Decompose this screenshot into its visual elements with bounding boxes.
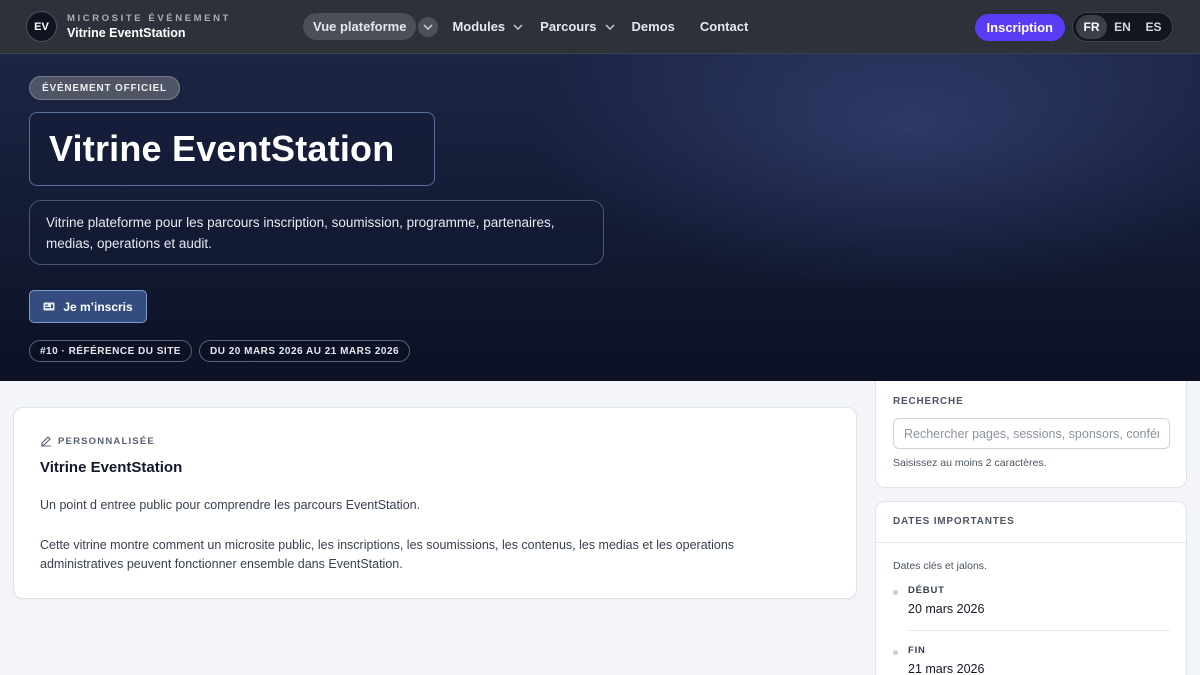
- content-kicker-label: PERSONNALISÉE: [58, 435, 155, 447]
- register-hero-label: Je m’inscris: [63, 299, 133, 314]
- content-paragraph-1: Un point d entree public pour comprendre…: [40, 498, 421, 512]
- event-dates-chip: DU 20 MARS 2026 AU 21 MARS 2026: [198, 340, 411, 362]
- brand[interactable]: EV MICROSITE ÉVÉNEMENT Vitrine EventStat…: [26, 11, 231, 42]
- search-input[interactable]: [893, 418, 1170, 449]
- site-reference-chip: #10 · RÉFÉRENCE DU SITE: [29, 340, 192, 362]
- date-item-label: DÉBUT: [908, 585, 945, 596]
- language-switcher: FR EN ES: [1072, 12, 1173, 42]
- date-item-label: FIN: [908, 645, 926, 656]
- date-divider: [908, 630, 1170, 631]
- nav-item-modules[interactable]: Modules: [452, 19, 505, 34]
- bullet-icon: [893, 650, 898, 655]
- main-nav: Vue plateforme Modules Parcours Demos Co…: [303, 13, 748, 40]
- search-card: RECHERCHE Saisissez au moins 2 caractère…: [875, 381, 1187, 488]
- search-label: RECHERCHE: [893, 396, 964, 407]
- brand-text: MICROSITE ÉVÉNEMENT Vitrine EventStation: [67, 13, 231, 41]
- hero: ÉVÉNEMENT OFFICIEL Vitrine EventStation …: [0, 54, 1200, 381]
- ticket-icon: [43, 302, 55, 311]
- content-paragraph-2: Cette vitrine montre comment un microsit…: [40, 538, 735, 571]
- content-title: Vitrine EventStation: [40, 459, 183, 476]
- hero-chips: #10 · RÉFÉRENCE DU SITE DU 20 MARS 2026 …: [29, 340, 417, 362]
- content-kicker: PERSONNALISÉE: [40, 435, 155, 447]
- lang-en[interactable]: EN: [1107, 15, 1138, 39]
- register-button[interactable]: Inscription: [974, 13, 1065, 41]
- important-dates-subtitle: Dates clés et jalons.: [893, 560, 987, 572]
- date-item-value: 21 mars 2026: [908, 662, 985, 675]
- top-navbar: EV MICROSITE ÉVÉNEMENT Vitrine EventStat…: [0, 0, 1200, 54]
- lang-es[interactable]: ES: [1138, 15, 1169, 39]
- date-item-value: 20 mars 2026: [908, 602, 985, 616]
- hero-title: Vitrine EventStation: [49, 128, 395, 169]
- bullet-icon: [893, 590, 898, 595]
- brand-name: Vitrine EventStation: [67, 25, 186, 40]
- nav-modules-chevron-down-icon[interactable]: [508, 17, 528, 37]
- brand-logo: EV: [26, 11, 57, 42]
- important-dates-card: DATES IMPORTANTES Dates clés et jalons. …: [875, 501, 1187, 675]
- edit-icon: [40, 435, 52, 447]
- brand-kicker: MICROSITE ÉVÉNEMENT: [67, 12, 231, 24]
- nav-actions: Inscription FR EN ES: [974, 12, 1173, 42]
- nav-item-vue-plateforme[interactable]: Vue plateforme: [303, 13, 417, 40]
- nav-vue-plateforme-chevron-down-icon[interactable]: [418, 16, 439, 37]
- important-dates-title: DATES IMPORTANTES: [876, 502, 1186, 543]
- register-hero-button[interactable]: Je m’inscris: [29, 290, 147, 323]
- nav-item-contact[interactable]: Contact: [700, 19, 748, 34]
- nav-item-demos[interactable]: Demos: [632, 19, 675, 34]
- search-help: Saisissez au moins 2 caractères.: [893, 457, 1047, 469]
- content-card: PERSONNALISÉE Vitrine EventStation Un po…: [13, 407, 857, 599]
- nav-parcours-chevron-down-icon[interactable]: [600, 17, 620, 37]
- nav-item-parcours[interactable]: Parcours: [540, 19, 596, 34]
- hero-title-box: Vitrine EventStation: [29, 112, 435, 186]
- lang-fr[interactable]: FR: [1076, 15, 1107, 39]
- hero-description: Vitrine plateforme pour les parcours ins…: [29, 200, 604, 265]
- official-event-badge: ÉVÉNEMENT OFFICIEL: [29, 76, 180, 100]
